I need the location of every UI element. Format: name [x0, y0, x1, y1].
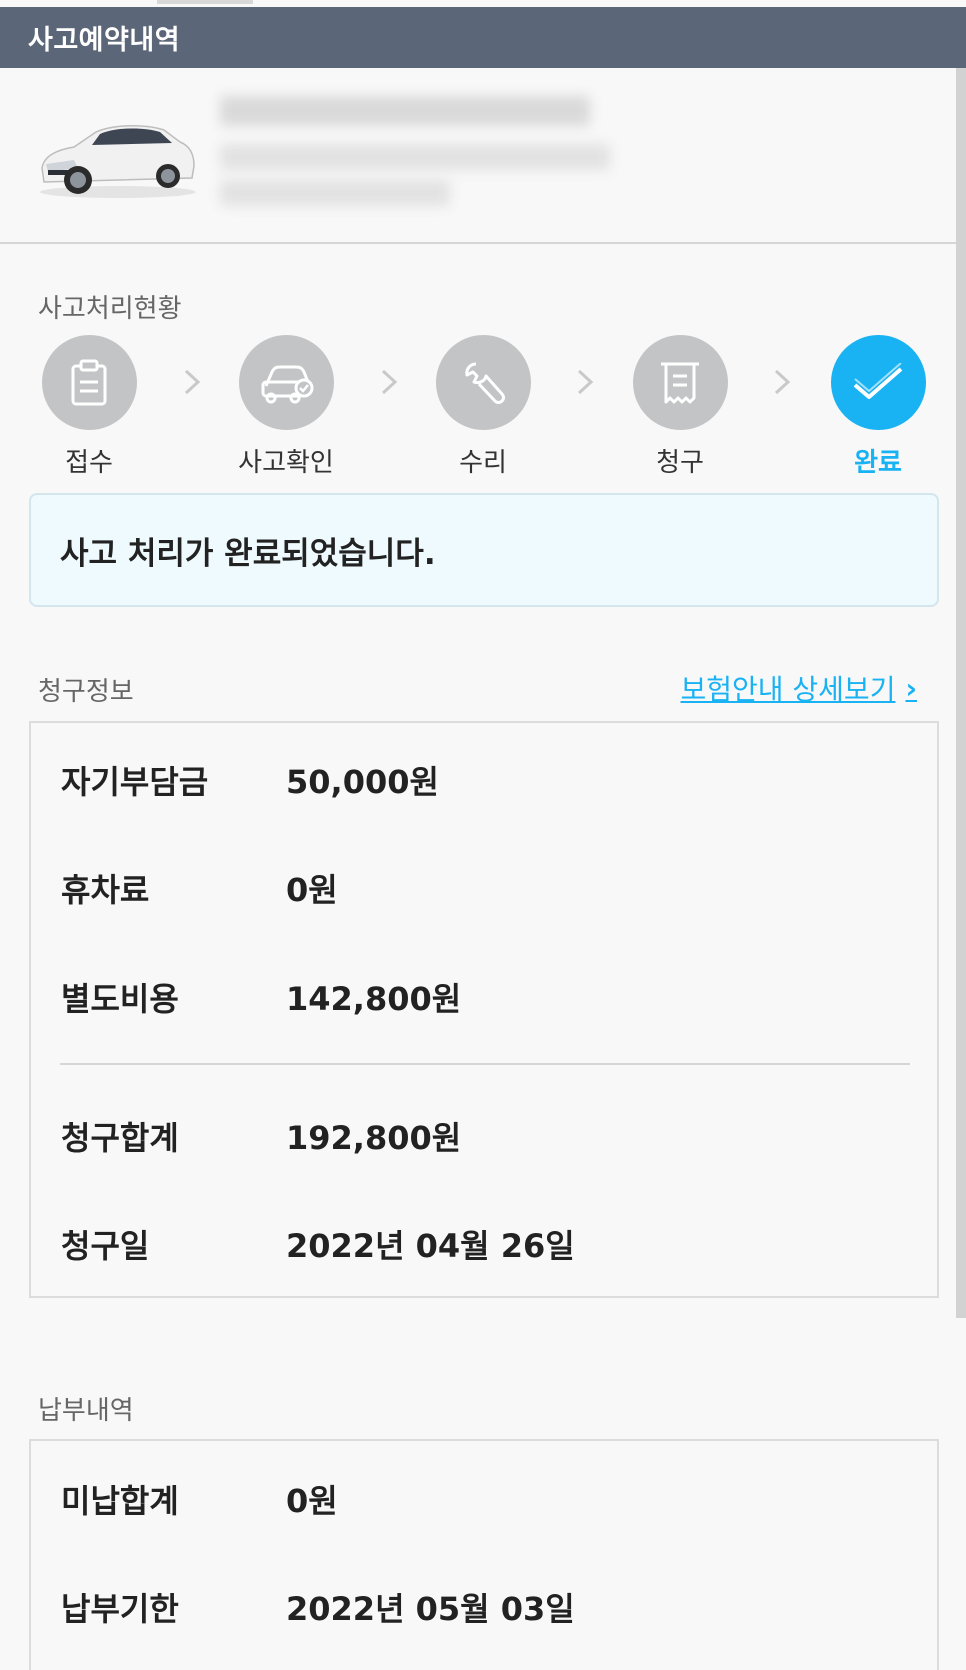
billing-date-row: 청구일 2022년 04월 26일: [61, 1221, 575, 1267]
step-label: 접수: [65, 448, 113, 478]
billing-value: 142,800원: [286, 980, 462, 1018]
billing-value: 50,000원: [286, 763, 439, 801]
car-check-icon: [261, 365, 314, 403]
payment-value: 2022년 05월 03일: [286, 1590, 575, 1628]
billing-key: 별도비용: [61, 980, 179, 1018]
app-bar: 사고예약내역: [0, 7, 966, 68]
payment-card: 미납합계 0원 납부기한 2022년 05월 03일: [29, 1439, 939, 1670]
step-label: 수리: [459, 448, 507, 478]
vehicle-info-blurred: [220, 144, 610, 170]
vehicle-info-blurred: [220, 96, 590, 126]
chevron-right-icon: [577, 369, 594, 395]
payment-key: 납부기한: [61, 1590, 179, 1628]
process-section-label: 사고처리현황: [38, 294, 182, 324]
payment-key: 미납합계: [61, 1482, 179, 1520]
scrollbar[interactable]: [956, 68, 966, 1318]
billing-date-key: 청구일: [61, 1227, 150, 1265]
billing-total-key: 청구합계: [61, 1119, 179, 1157]
payment-section-label: 납부내역: [38, 1396, 134, 1426]
step-label: 청구: [656, 448, 704, 478]
billing-total-value: 192,800원: [286, 1119, 462, 1157]
process-steps: 접수 사고확인 수리 청구 완료: [0, 335, 966, 478]
receipt-icon: [661, 362, 699, 403]
payment-row: 납부기한 2022년 05월 03일: [61, 1584, 575, 1630]
billing-row: 자기부담금 50,000원: [61, 757, 439, 803]
billing-section-label: 청구정보: [38, 677, 134, 707]
chevron-right-icon: [381, 369, 398, 395]
billing-value: 0원: [286, 871, 338, 909]
chevron-right-icon: [184, 369, 201, 395]
clipboard-icon: [71, 359, 107, 405]
billing-key: 자기부담금: [61, 763, 209, 801]
step-label: 사고확인: [238, 448, 334, 478]
insurance-detail-link[interactable]: 보험안내 상세보기 ›: [680, 668, 917, 708]
check-icon: [853, 362, 903, 399]
divider: [60, 1063, 910, 1065]
billing-total-row: 청구합계 192,800원: [61, 1113, 461, 1159]
step-received: 접수: [19, 335, 159, 479]
step-claim: 청구: [610, 335, 750, 479]
step-repair: 수리: [413, 335, 553, 479]
billing-card: 자기부담금 50,000원 휴차료 0원 별도비용 142,800원 청구합계 …: [29, 721, 939, 1298]
page-title: 사고예약내역: [28, 25, 181, 56]
billing-date-value: 2022년 04월 26일: [286, 1227, 575, 1265]
payment-row: 미납합계 0원: [61, 1476, 338, 1522]
tab-indicator: [157, 0, 253, 4]
step-label: 완료: [854, 448, 902, 478]
step-accident-check: 사고확인: [216, 335, 356, 479]
completion-notice: 사고 처리가 완료되었습니다.: [29, 493, 939, 607]
billing-key: 휴차료: [61, 871, 150, 909]
vehicle-summary[interactable]: [0, 68, 966, 244]
payment-value: 0원: [286, 1482, 338, 1520]
billing-row: 별도비용 142,800원: [61, 974, 461, 1020]
vehicle-info-blurred: [220, 180, 450, 206]
billing-row: 휴차료 0원: [61, 865, 338, 911]
chevron-right-icon: [774, 369, 791, 395]
wrench-icon: [465, 362, 505, 404]
step-complete: 완료: [808, 335, 948, 479]
status-strip: [0, 0, 966, 7]
insurance-detail-link-label[interactable]: 보험안내 상세보기: [680, 668, 895, 708]
chevron-right-icon: ›: [905, 671, 917, 705]
car-image: [40, 124, 196, 198]
